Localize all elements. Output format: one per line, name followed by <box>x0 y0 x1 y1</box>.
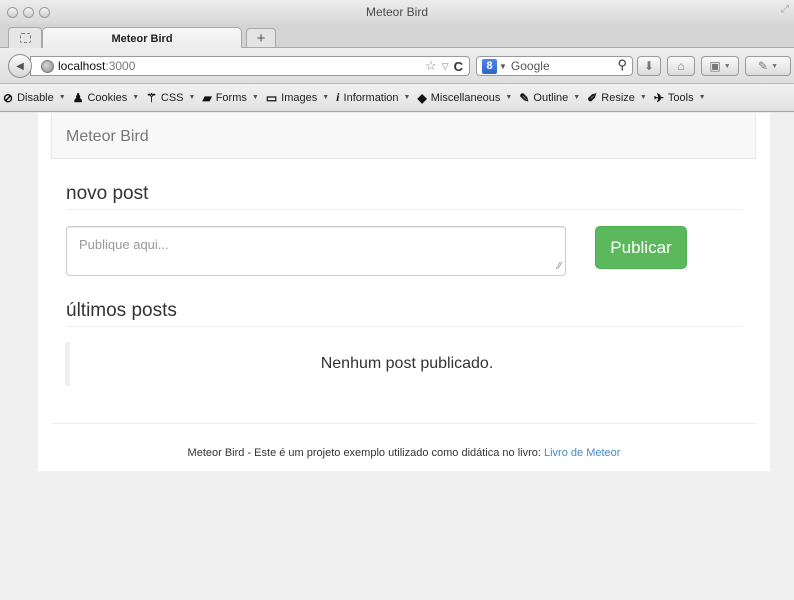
page-viewport: Meteor Bird novo post Publique aqui... ⁄… <box>0 113 794 600</box>
post-textarea[interactable]: Publique aqui... ⁄⁄ <box>66 226 566 276</box>
resize-grip-icon[interactable]: ⁄⁄ <box>558 261 561 272</box>
latest-posts-heading: últimos posts <box>66 300 743 327</box>
dev-menu-label: Information <box>343 91 399 104</box>
dev-menu-label: Images <box>281 91 318 104</box>
chevron-down-icon[interactable]: ▼ <box>499 62 507 71</box>
dev-menu-label: Outline <box>533 91 569 104</box>
footer-divider <box>51 423 756 424</box>
empty-posts-text: Nenhum post publicado. <box>320 355 494 372</box>
dev-menu-cookies[interactable]: ♟ Cookies ▼ <box>73 91 139 105</box>
globe-icon <box>41 59 54 73</box>
chevron-down-icon: ▼ <box>403 94 411 101</box>
dev-menu-label: Resize <box>601 91 635 104</box>
fullscreen-icon[interactable]: ⤢ <box>781 4 789 15</box>
window-titlebar: Meteor Bird ⤢ <box>0 0 794 24</box>
app-navbar: Meteor Bird <box>51 113 756 159</box>
chevron-down-icon: ▼ <box>58 94 66 101</box>
no-entry-icon: ⊘ <box>3 90 14 105</box>
dev-menu-disable[interactable]: ⊘ Disable ▼ <box>3 91 66 105</box>
empty-posts-message: Nenhum post publicado. <box>65 342 744 386</box>
window-title: Meteor Bird <box>365 5 429 19</box>
home-button[interactable]: ⌂ <box>667 56 695 76</box>
new-tab-button[interactable]: + <box>246 28 276 47</box>
resize-pencil-icon: ✐ <box>587 90 598 105</box>
url-host: localhost <box>58 59 106 73</box>
chevron-down-icon: ▼ <box>188 94 196 101</box>
tab-meteor-bird[interactable]: Meteor Bird <box>42 27 242 49</box>
footer-text: Meteor Bird - Este é um projeto exemplo … <box>187 447 544 459</box>
briefcase-icon: ▰ <box>202 90 212 105</box>
person-icon: ♟ <box>72 90 84 105</box>
history-dropdown-icon[interactable]: ▽ <box>442 61 449 72</box>
box-icon: ◆ <box>417 90 427 105</box>
dev-menu-miscellaneous[interactable]: ◆ Miscellaneous ▼ <box>417 91 512 105</box>
downloads-button[interactable]: ⬇ <box>637 56 661 76</box>
publish-button[interactable]: Publicar <box>595 226 687 269</box>
web-developer-toolbar: ⊘ Disable ▼ ♟ Cookies ▼ ⚚ CSS ▼ ▰ Forms ▼ ▭ Image… <box>0 84 794 112</box>
dev-menu-label: CSS <box>160 91 184 104</box>
bookmark-star-icon[interactable]: ☆ <box>425 58 437 74</box>
dev-menu-outline[interactable]: ✎ Outline ▼ <box>519 91 580 105</box>
dev-menu-css[interactable]: ⚚ CSS ▼ <box>146 91 195 105</box>
tab-groups-icon <box>19 33 31 43</box>
chevron-down-icon: ▼ <box>771 62 778 70</box>
dev-menu-forms[interactable]: ▰ Forms ▼ <box>202 91 258 105</box>
addon-icon: ✎ <box>758 59 769 73</box>
page-container: Meteor Bird novo post Publique aqui... ⁄… <box>38 113 770 471</box>
search-engine-label: Google <box>510 59 550 73</box>
download-arrow-icon: ⬇ <box>643 59 655 73</box>
dev-menu-information[interactable]: i Information ▼ <box>336 90 410 105</box>
brand-link[interactable]: Meteor Bird <box>66 128 149 146</box>
addon-button[interactable]: ✎ ▼ <box>745 56 791 76</box>
address-bar[interactable]: localhost:3000 ☆ ▽ C <box>30 56 470 76</box>
home-icon: ⌂ <box>677 59 685 73</box>
dev-menu-images[interactable]: ▭ Images ▼ <box>266 91 329 105</box>
tab-strip: Meteor Bird + <box>0 24 794 49</box>
book-link[interactable]: Livro de Meteor <box>544 447 620 459</box>
chevron-down-icon: ▼ <box>322 94 330 101</box>
dev-menu-label: Tools <box>667 91 694 104</box>
dev-menu-label: Cookies <box>87 91 128 104</box>
search-icon[interactable]: ⚲ <box>617 57 627 73</box>
search-engine-icon[interactable]: 8 <box>482 58 497 74</box>
dev-menu-label: Disable <box>17 91 54 104</box>
reload-icon[interactable]: C <box>454 59 463 74</box>
chevron-down-icon: ▼ <box>639 94 647 101</box>
url-port: :3000 <box>105 59 136 73</box>
chevron-down-icon: ▼ <box>723 62 731 70</box>
chevron-down-icon: ▼ <box>698 94 706 101</box>
page-footer: Meteor Bird - Este é um projeto exemplo … <box>38 447 770 459</box>
back-arrow-icon: ◀ <box>16 60 24 72</box>
chevron-down-icon: ▼ <box>132 94 140 101</box>
back-button[interactable]: ◀ <box>8 54 32 78</box>
navigation-toolbar: localhost:3000 ☆ ▽ C ◀ 8 ▼ Google ⚲ ⬇ ⌂ … <box>0 48 794 84</box>
dev-menu-tools[interactable]: ✈ Tools ▼ <box>654 91 706 105</box>
address-text: localhost:3000 <box>58 59 135 73</box>
info-icon: i <box>336 90 340 104</box>
pencil-icon: ✎ <box>519 90 530 105</box>
wand-icon: ⚚ <box>146 90 157 105</box>
chevron-down-icon: ▼ <box>505 94 513 101</box>
chevron-down-icon: ▼ <box>251 94 259 101</box>
tab-groups-button[interactable] <box>8 27 42 48</box>
chevron-down-icon: ▼ <box>573 94 581 101</box>
image-icon: ▭ <box>265 90 278 105</box>
dev-menu-label: Forms <box>215 91 247 104</box>
bookmarks-button[interactable]: ▣ ▼ <box>701 56 739 76</box>
dev-menu-label: Miscellaneous <box>430 91 501 104</box>
post-textarea-placeholder: Publique aqui... <box>79 237 169 252</box>
search-bar[interactable]: 8 ▼ Google ⚲ <box>476 56 633 76</box>
address-bar-actions: ☆ ▽ C <box>425 58 463 74</box>
dev-menu-resize[interactable]: ✐ Resize ▼ <box>587 91 647 105</box>
bookmarks-icon: ▣ <box>709 59 721 73</box>
wrench-icon: ✈ <box>653 90 664 105</box>
new-post-heading: novo post <box>66 183 743 210</box>
